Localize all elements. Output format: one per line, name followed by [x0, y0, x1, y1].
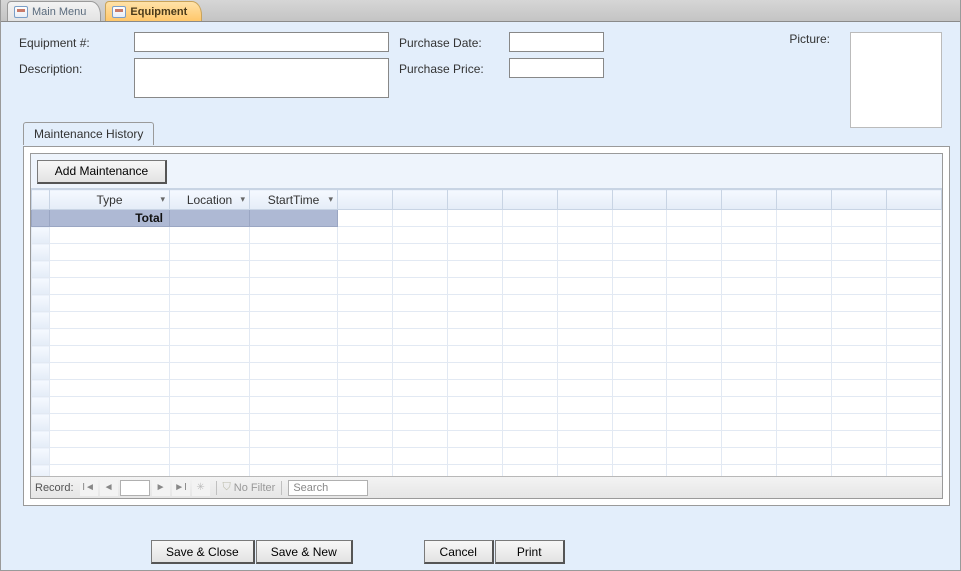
nav-new-button[interactable]: ✳	[192, 480, 210, 496]
print-button[interactable]: Print	[495, 540, 565, 564]
purchase-price-input[interactable]	[509, 58, 604, 78]
save-close-button[interactable]: Save & Close	[151, 540, 255, 564]
bottom-button-bar: Save & Close Save & New Cancel Print	[1, 540, 960, 564]
equipment-number-label: Equipment #:	[19, 32, 134, 50]
tab-equipment[interactable]: Equipment	[105, 1, 202, 21]
form-area: Equipment #: Purchase Date: Description:…	[1, 22, 960, 570]
picture-label: Picture:	[789, 32, 830, 46]
form-icon	[112, 6, 126, 18]
record-navigator: Record: I◄ ◄ ► ►I ✳ ⛉ No Filter Search	[31, 476, 942, 498]
form-icon	[14, 6, 28, 18]
nav-record-box[interactable]	[120, 480, 150, 496]
tab-equipment-label: Equipment	[130, 6, 187, 18]
add-maintenance-button[interactable]: Add Maintenance	[37, 160, 167, 184]
maintenance-grid[interactable]: Type▾ Location▾ StartTime▾ Total	[31, 188, 942, 476]
filter-icon: ⛉	[223, 481, 231, 494]
col-type[interactable]: Type▾	[50, 190, 170, 210]
col-location[interactable]: Location▾	[170, 190, 250, 210]
chevron-down-icon[interactable]: ▾	[328, 194, 333, 205]
description-input[interactable]	[134, 58, 389, 98]
col-starttime[interactable]: StartTime▾	[250, 190, 338, 210]
equipment-number-input[interactable]	[134, 32, 389, 52]
nav-last-button[interactable]: ►I	[172, 480, 190, 496]
nav-prev-button[interactable]: ◄	[100, 480, 118, 496]
purchase-price-label: Purchase Price:	[399, 58, 509, 76]
purchase-date-label: Purchase Date:	[399, 32, 509, 50]
purchase-date-input[interactable]	[509, 32, 604, 52]
cancel-button[interactable]: Cancel	[424, 540, 494, 564]
tab-main-menu-label: Main Menu	[32, 6, 86, 18]
nav-first-button[interactable]: I◄	[80, 480, 98, 496]
nav-next-button[interactable]: ►	[152, 480, 170, 496]
save-new-button[interactable]: Save & New	[256, 540, 353, 564]
tab-main-menu[interactable]: Main Menu	[7, 1, 101, 21]
chevron-down-icon[interactable]: ▾	[240, 194, 245, 205]
total-row: Total	[32, 210, 942, 227]
description-label: Description:	[19, 58, 134, 76]
chevron-down-icon[interactable]: ▾	[160, 194, 165, 205]
record-label: Record:	[35, 482, 74, 494]
picture-box[interactable]	[850, 32, 942, 128]
no-filter-indicator[interactable]: ⛉ No Filter	[223, 481, 276, 494]
maintenance-subform: Add Maintenance Type▾ Location▾ StartTim…	[23, 146, 950, 506]
record-search-input[interactable]: Search	[288, 480, 368, 496]
grid-select-all[interactable]	[32, 190, 50, 210]
tab-bar: Main Menu Equipment	[1, 0, 960, 22]
tab-maintenance-history[interactable]: Maintenance History	[23, 122, 154, 145]
total-label: Total	[50, 210, 170, 227]
